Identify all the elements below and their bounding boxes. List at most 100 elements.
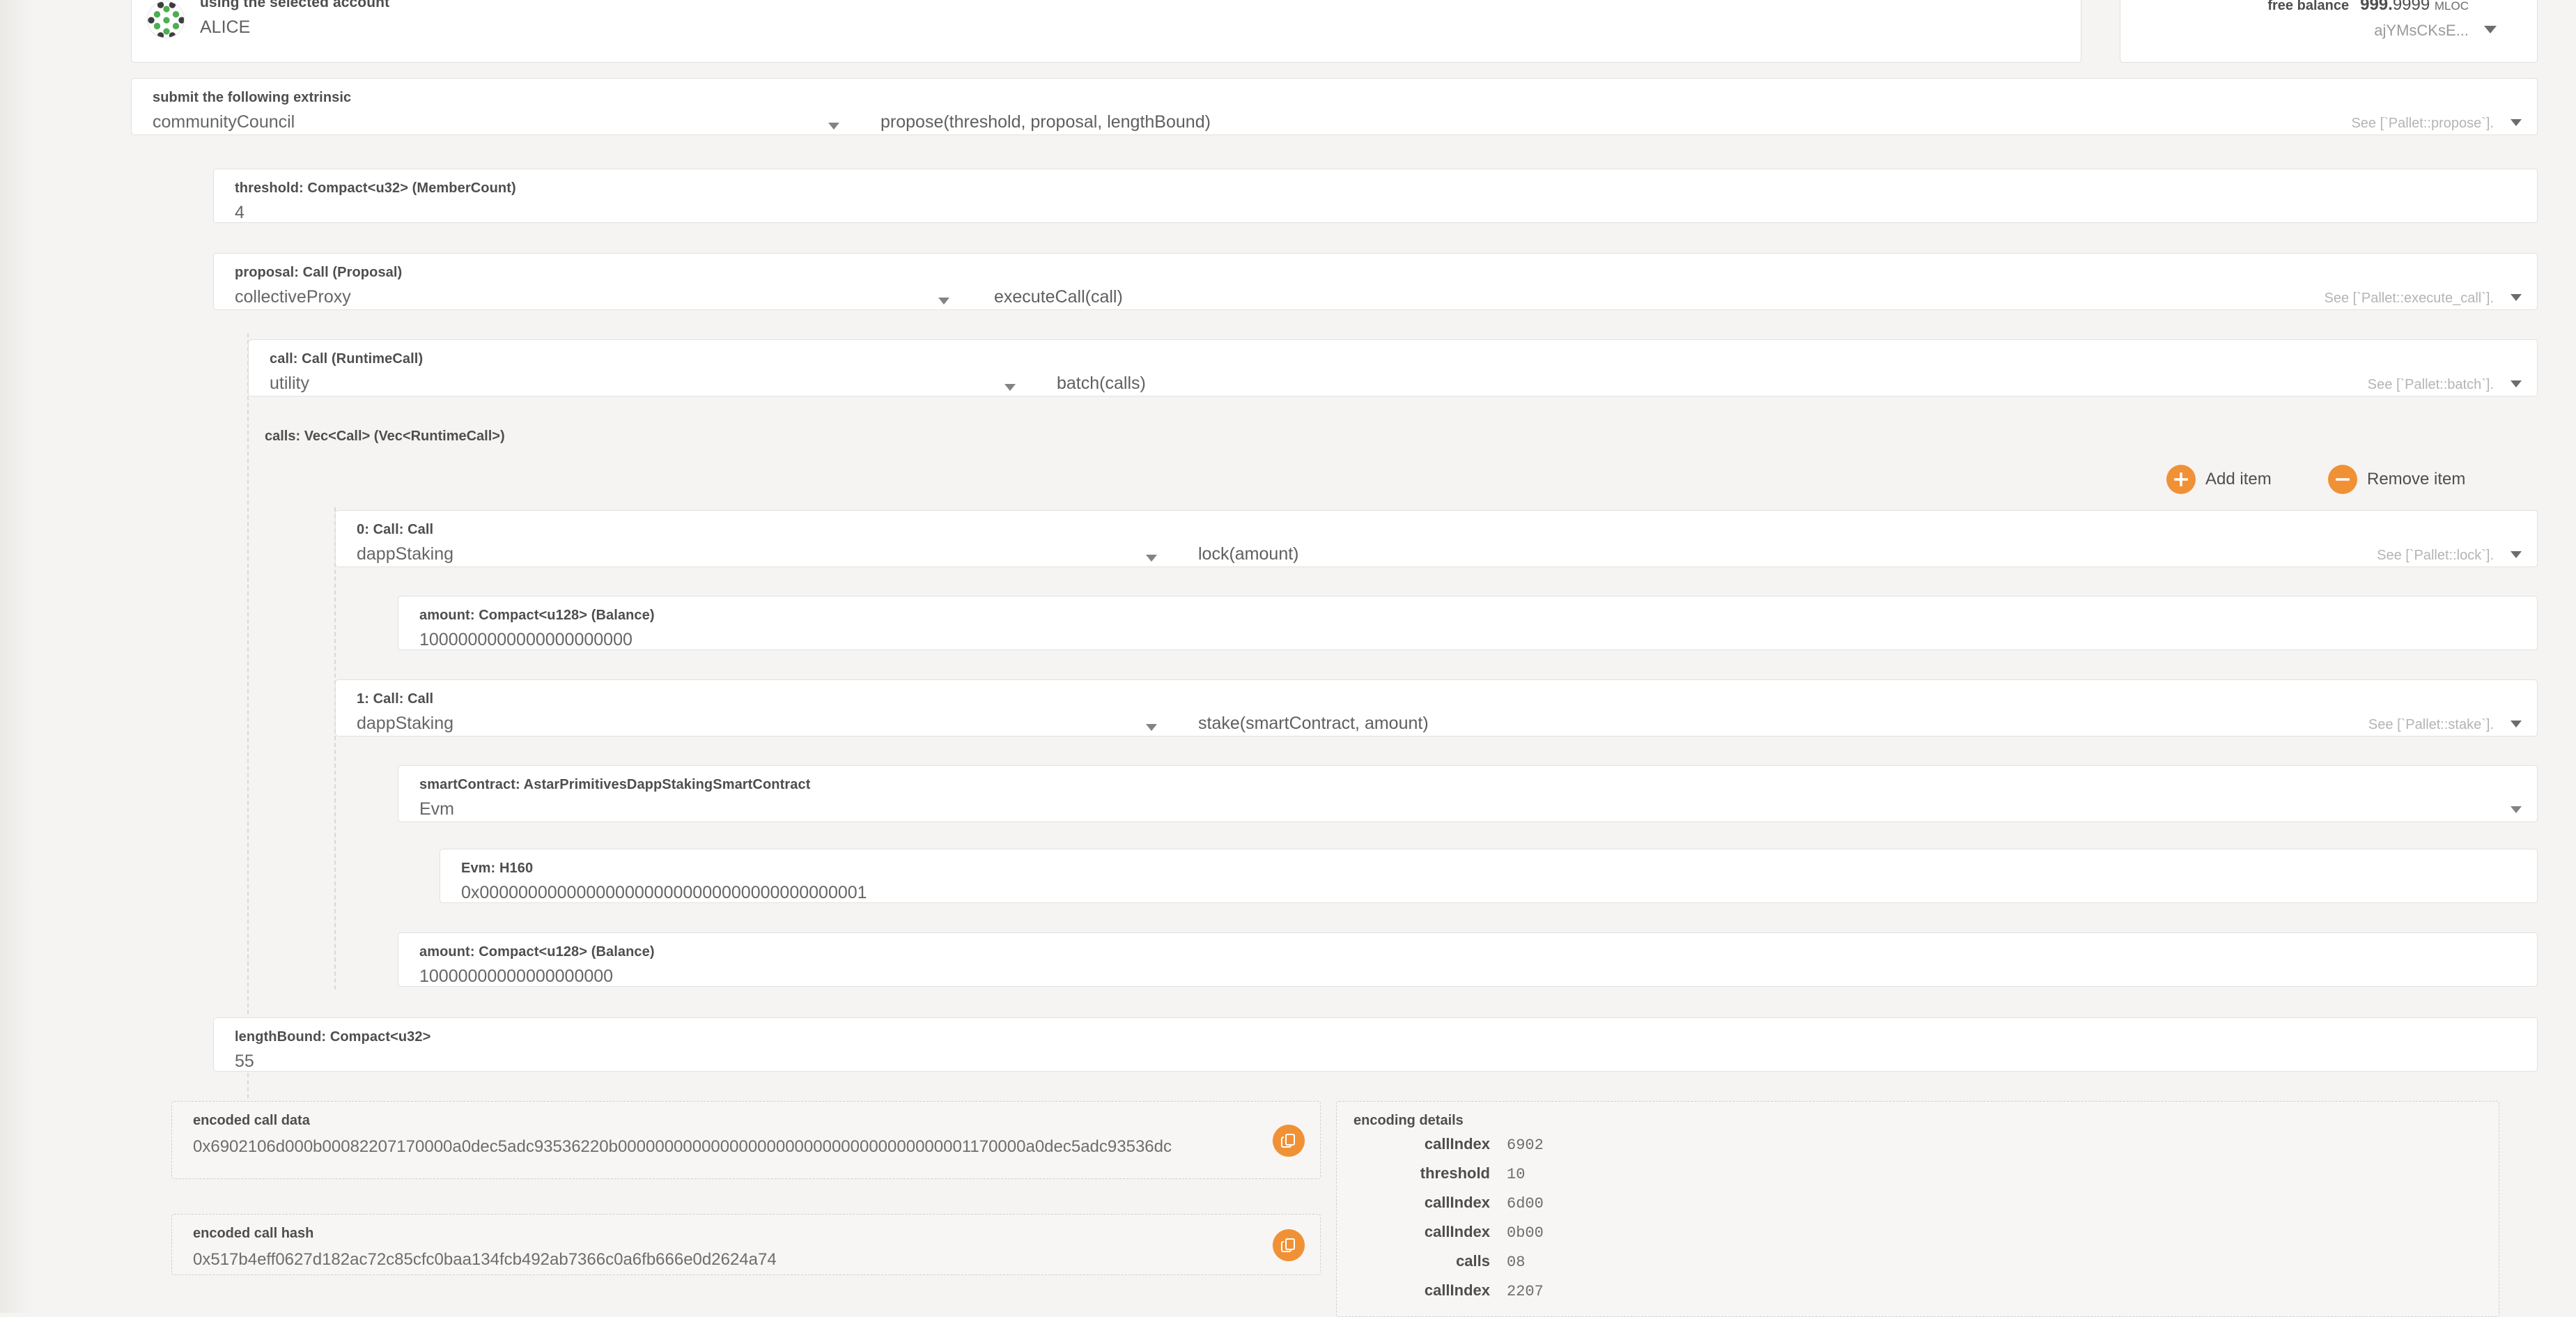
call-1-amount-input[interactable]: 10000000000000000000 xyxy=(419,966,613,987)
encoded-call-hash-label: encoded call hash xyxy=(193,1226,313,1242)
call-1-amount-field: amount: Compact<u128> (Balance) 10000000… xyxy=(398,932,2538,987)
call-1-evm-h160-field: Evm: H160 0x0000000000000000000000000000… xyxy=(440,849,2538,903)
call-pallet-select[interactable]: utility xyxy=(270,373,309,394)
balance-integer: 999. xyxy=(2360,0,2393,14)
chevron-down-icon[interactable] xyxy=(2511,551,2522,558)
free-balance-label: free balance xyxy=(2267,0,2349,14)
plus-circle-icon xyxy=(2166,465,2196,494)
call-0-index-label: 0: Call: Call xyxy=(357,522,433,538)
remove-item-button[interactable]: Remove item xyxy=(2328,465,2465,494)
proposal-docs-link[interactable]: See [`Pallet::execute_call`]. xyxy=(2325,291,2494,307)
copy-icon[interactable] xyxy=(1273,1125,1305,1157)
threshold-label: threshold: Compact<u32> (MemberCount) xyxy=(235,180,516,197)
encoding-detail-key: callIndex xyxy=(1337,1194,1490,1212)
encoding-detail-row: callIndex 0b00 xyxy=(1337,1223,2499,1252)
proposal-method-select[interactable]: executeCall(call) xyxy=(994,287,1123,307)
encoding-detail-row: callIndex 2207 xyxy=(1337,1281,2499,1311)
copy-icon[interactable] xyxy=(1273,1229,1305,1261)
threshold-field: threshold: Compact<u32> (MemberCount) 4 xyxy=(213,169,2538,223)
encoding-detail-value: 2207 xyxy=(1507,1283,1544,1300)
proposal-pallet-select[interactable]: collectiveProxy xyxy=(235,287,351,307)
encoded-call-data-label: encoded call data xyxy=(193,1113,310,1129)
indent-guide-calls xyxy=(334,507,336,989)
threshold-input[interactable]: 4 xyxy=(235,203,245,223)
encoding-detail-row: callIndex 6d00 xyxy=(1337,1194,2499,1223)
encoding-detail-value: 6d00 xyxy=(1507,1195,1544,1212)
balance-unit: MLOC xyxy=(2435,0,2469,13)
account-label: using the selected account xyxy=(200,0,389,13)
call-1-smartcontract-label: smartContract: AstarPrimitivesDappStakin… xyxy=(419,777,810,793)
account-name: ALICE xyxy=(200,15,389,39)
call-method-select[interactable]: batch(calls) xyxy=(1057,373,1146,394)
balance-card[interactable]: free balance 999.9999 MLOC ajYMsCKsE... xyxy=(2120,0,2538,63)
encoding-detail-value: 08 xyxy=(1507,1254,1525,1271)
chevron-down-icon[interactable] xyxy=(1004,384,1016,391)
add-item-label: Add item xyxy=(2205,470,2272,489)
encoding-details-title: encoding details xyxy=(1353,1113,1464,1129)
account-header-row: using the selected account ALICE free ba… xyxy=(131,0,2538,70)
account-texts: using the selected account ALICE xyxy=(200,0,389,39)
call-1-smartcontract-field: smartContract: AstarPrimitivesDappStakin… xyxy=(398,765,2538,822)
call-0-amount-input[interactable]: 1000000000000000000000 xyxy=(419,630,633,650)
call-0-method-select[interactable]: lock(amount) xyxy=(1198,544,1299,564)
encoding-detail-key: threshold xyxy=(1337,1164,1490,1183)
chevron-down-icon[interactable] xyxy=(2511,294,2522,301)
encoding-detail-value: 0b00 xyxy=(1507,1224,1544,1242)
call-docs-link[interactable]: See [`Pallet::batch`]. xyxy=(2368,377,2494,393)
proposal-field: proposal: Call (Proposal) collectiveProx… xyxy=(213,253,2538,310)
chevron-down-icon[interactable] xyxy=(2511,721,2522,727)
encoding-detail-key: callIndex xyxy=(1337,1281,1490,1300)
remove-item-label: Remove item xyxy=(2367,470,2465,489)
call-0-pallet-select[interactable]: dappStaking xyxy=(357,544,453,564)
call-0-amount-field: amount: Compact<u128> (Balance) 10000000… xyxy=(398,596,2538,650)
chevron-down-icon[interactable] xyxy=(2511,380,2522,387)
encoded-call-hash-value: 0x517b4eff0627d182ac72c85cfc0baa134fcb49… xyxy=(193,1247,1236,1273)
chevron-down-icon[interactable] xyxy=(2511,806,2522,813)
encoding-detail-row: threshold 10 xyxy=(1337,1164,2499,1194)
extrinsic-docs-link[interactable]: See [`Pallet::propose`]. xyxy=(2351,116,2494,132)
chevron-down-icon[interactable] xyxy=(938,298,949,305)
call-1-amount-label: amount: Compact<u128> (Balance) xyxy=(419,944,655,960)
extrinsics-page: using the selected account ALICE free ba… xyxy=(33,0,2576,1313)
length-bound-input[interactable]: 55 xyxy=(235,1052,254,1072)
extrinsic-pallet-select[interactable]: communityCouncil xyxy=(153,112,295,132)
encoded-call-data-panel: encoded call data 0x6902106d000b00082207… xyxy=(171,1101,1321,1179)
indent-guide-call xyxy=(247,333,249,1105)
encoding-detail-key: calls xyxy=(1337,1252,1490,1270)
call-field: call: Call (RuntimeCall) utility batch(c… xyxy=(248,339,2538,396)
extrinsic-method-select[interactable]: propose(threshold, proposal, lengthBound… xyxy=(880,112,1211,132)
extrinsic-label: submit the following extrinsic xyxy=(153,90,351,106)
chevron-down-icon[interactable] xyxy=(1146,555,1157,562)
call-1-method-select[interactable]: stake(smartContract, amount) xyxy=(1198,714,1429,734)
length-bound-field: lengthBound: Compact<u32> 55 xyxy=(213,1017,2538,1072)
polkadot-identicon xyxy=(147,1,185,38)
encoding-details-panel: encoding details callIndex 6902 threshol… xyxy=(1336,1101,2499,1317)
call-1-pallet-select[interactable]: dappStaking xyxy=(357,714,453,734)
chevron-down-icon[interactable] xyxy=(828,123,839,130)
call-item-1: 1: Call: Call dappStaking stake(smartCon… xyxy=(335,679,2538,737)
call-item-0: 0: Call: Call dappStaking lock(amount) S… xyxy=(335,510,2538,567)
account-card[interactable]: using the selected account ALICE xyxy=(131,0,2081,63)
free-balance-amount: 999.9999 MLOC xyxy=(2360,0,2469,15)
encoding-detail-value: 10 xyxy=(1507,1166,1525,1183)
call-1-evm-input[interactable]: 0x00000000000000000000000000000000000000… xyxy=(461,883,867,903)
length-bound-label: lengthBound: Compact<u32> xyxy=(235,1029,430,1045)
call-1-evm-label: Evm: H160 xyxy=(461,861,533,877)
add-item-button[interactable]: Add item xyxy=(2166,465,2272,494)
chevron-down-icon[interactable] xyxy=(2511,119,2522,126)
chevron-down-icon[interactable] xyxy=(2484,26,2497,33)
account-address-short[interactable]: ajYMsCKsE... xyxy=(2374,22,2469,40)
encoding-detail-key: callIndex xyxy=(1337,1223,1490,1241)
encoding-detail-row: callIndex 6902 xyxy=(1337,1135,2499,1164)
extrinsic-selector-card: submit the following extrinsic community… xyxy=(131,78,2538,135)
call-0-amount-label: amount: Compact<u128> (Balance) xyxy=(419,608,655,624)
page-left-gutter xyxy=(0,0,33,1313)
call-1-index-label: 1: Call: Call xyxy=(357,691,433,707)
call-1-docs-link[interactable]: See [`Pallet::stake`]. xyxy=(2368,717,2494,733)
call-0-docs-link[interactable]: See [`Pallet::lock`]. xyxy=(2377,548,2494,564)
chevron-down-icon[interactable] xyxy=(1146,724,1157,731)
encoding-detail-key: callIndex xyxy=(1337,1135,1490,1153)
proposal-label: proposal: Call (Proposal) xyxy=(235,265,402,281)
encoded-call-data-value: 0x6902106d000b00082207170000a0dec5adc935… xyxy=(193,1134,1236,1160)
call-1-smartcontract-select[interactable]: Evm xyxy=(419,799,454,819)
